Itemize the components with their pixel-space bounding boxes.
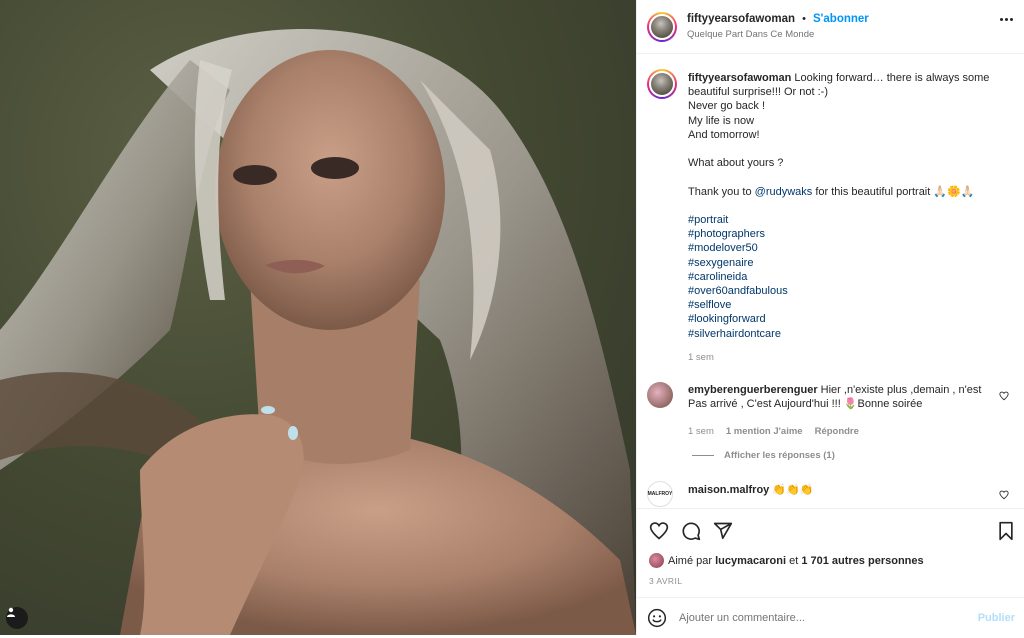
commenter-avatar[interactable]: MALFROY — [647, 481, 673, 507]
instagram-post: fiftyyearsofawoman • S'abonner Quelque P… — [0, 0, 1024, 635]
comment-time[interactable]: 1 sem — [688, 425, 714, 439]
hashtag-link[interactable]: #selflove — [688, 298, 1010, 312]
comment-meta: 1 sem 1 mention J'aime Répondre — [688, 425, 993, 439]
emoji-icon[interactable] — [647, 608, 667, 628]
post-header: fiftyyearsofawoman • S'abonner Quelque P… — [637, 0, 1024, 54]
more-options-icon[interactable] — [1000, 18, 1013, 21]
caption-line-3: My life is now — [688, 114, 755, 127]
comment-body: 👏👏👏 — [772, 484, 814, 496]
commenter-username[interactable]: maison.malfroy — [688, 484, 769, 496]
heart-icon[interactable] — [649, 521, 669, 541]
caption-time[interactable]: 1 sem — [688, 351, 1010, 365]
heart-icon[interactable] — [999, 391, 1009, 401]
mention-link[interactable]: @rudywaks — [755, 186, 813, 198]
user-tag-button[interactable] — [6, 607, 28, 629]
publish-button[interactable]: Publier — [978, 612, 1015, 624]
likes-summary[interactable]: Aimé par lucymacaroni et 1 701 autres pe… — [649, 553, 924, 568]
separator-dot: • — [802, 12, 806, 25]
liked-and: et — [789, 554, 799, 567]
liker-avatar — [649, 553, 664, 568]
liked-prefix: Aimé par — [668, 554, 713, 567]
liked-others[interactable]: 1 701 autres personnes — [801, 555, 923, 567]
liked-user[interactable]: lucymacaroni — [715, 555, 786, 567]
follow-button[interactable]: S'abonner — [813, 13, 869, 25]
comment-text: maison.malfroy 👏👏👏 — [688, 483, 1010, 497]
bookmark-icon[interactable] — [997, 521, 1015, 541]
post-location[interactable]: Quelque Part Dans Ce Monde — [687, 27, 869, 42]
hashtag-link[interactable]: #portrait — [688, 213, 1010, 227]
replies-line — [692, 455, 714, 456]
portrait-illustration — [0, 29, 636, 635]
hashtag-link[interactable]: #carolineida — [688, 270, 1010, 284]
header-names: fiftyyearsofawoman • S'abonner Quelque P… — [687, 12, 869, 42]
hashtag-link[interactable]: #silverhairdontcare — [688, 327, 1010, 341]
author-username[interactable]: fiftyyearsofawoman — [687, 13, 795, 25]
hashtag-link[interactable]: #lookingforward — [688, 312, 1010, 326]
add-comment-bar: Publier — [637, 597, 1024, 637]
caption-line-2: Never go back ! — [688, 100, 766, 113]
commenter-username[interactable]: emyberenguerberenguer — [688, 384, 818, 396]
reply-button[interactable]: Répondre — [815, 425, 859, 439]
post-date[interactable]: 3 AVRIL — [649, 576, 682, 586]
post-actions: Aimé par lucymacaroni et 1 701 autres pe… — [637, 508, 1024, 638]
comment-likes[interactable]: 1 mention J'aime — [726, 425, 803, 439]
caption-line-5: What about yours ? — [688, 157, 784, 170]
caption-text: fiftyyearsofawoman Looking forward… ther… — [688, 71, 1010, 365]
commenter-avatar[interactable] — [647, 382, 673, 408]
caption-avatar[interactable] — [647, 69, 677, 99]
caption-username[interactable]: fiftyyearsofawoman — [688, 72, 791, 84]
comment-text: emyberenguerberenguer Hier ,n'existe plu… — [688, 383, 993, 440]
comments-section[interactable]: fiftyyearsofawoman Looking forward… ther… — [637, 55, 1024, 507]
post-photo[interactable] — [0, 0, 636, 635]
hashtag-link[interactable]: #sexygenaire — [688, 256, 1010, 270]
caption-line-4: And tomorrow! — [688, 128, 760, 141]
thanks-prefix: Thank you to — [688, 185, 752, 198]
hashtag-link[interactable]: #modelover50 — [688, 241, 1010, 255]
action-icons — [649, 521, 733, 541]
comment-icon[interactable] — [681, 521, 701, 541]
thanks-suffix: for this beautiful portrait 🙏🏻🌼🙏🏻 — [815, 185, 975, 198]
hashtag-link[interactable]: #photographers — [688, 227, 1010, 241]
share-icon[interactable] — [713, 521, 733, 541]
post-side-panel: fiftyyearsofawoman • S'abonner Quelque P… — [636, 0, 1024, 635]
view-replies-row[interactable]: Afficher les réponses (1) — [692, 450, 1024, 461]
view-replies-button[interactable]: Afficher les réponses (1) — [724, 450, 835, 461]
hashtag-link[interactable]: #over60andfabulous — [688, 284, 1010, 298]
comment-input[interactable] — [679, 611, 978, 624]
user-tag-icon — [7, 607, 15, 617]
heart-icon[interactable] — [999, 490, 1009, 500]
caption-block: fiftyyearsofawoman Looking forward… ther… — [647, 69, 1017, 369]
author-avatar[interactable] — [647, 11, 677, 42]
comment-item: MALFROY maison.malfroy 👏👏👏 — [647, 481, 1017, 507]
